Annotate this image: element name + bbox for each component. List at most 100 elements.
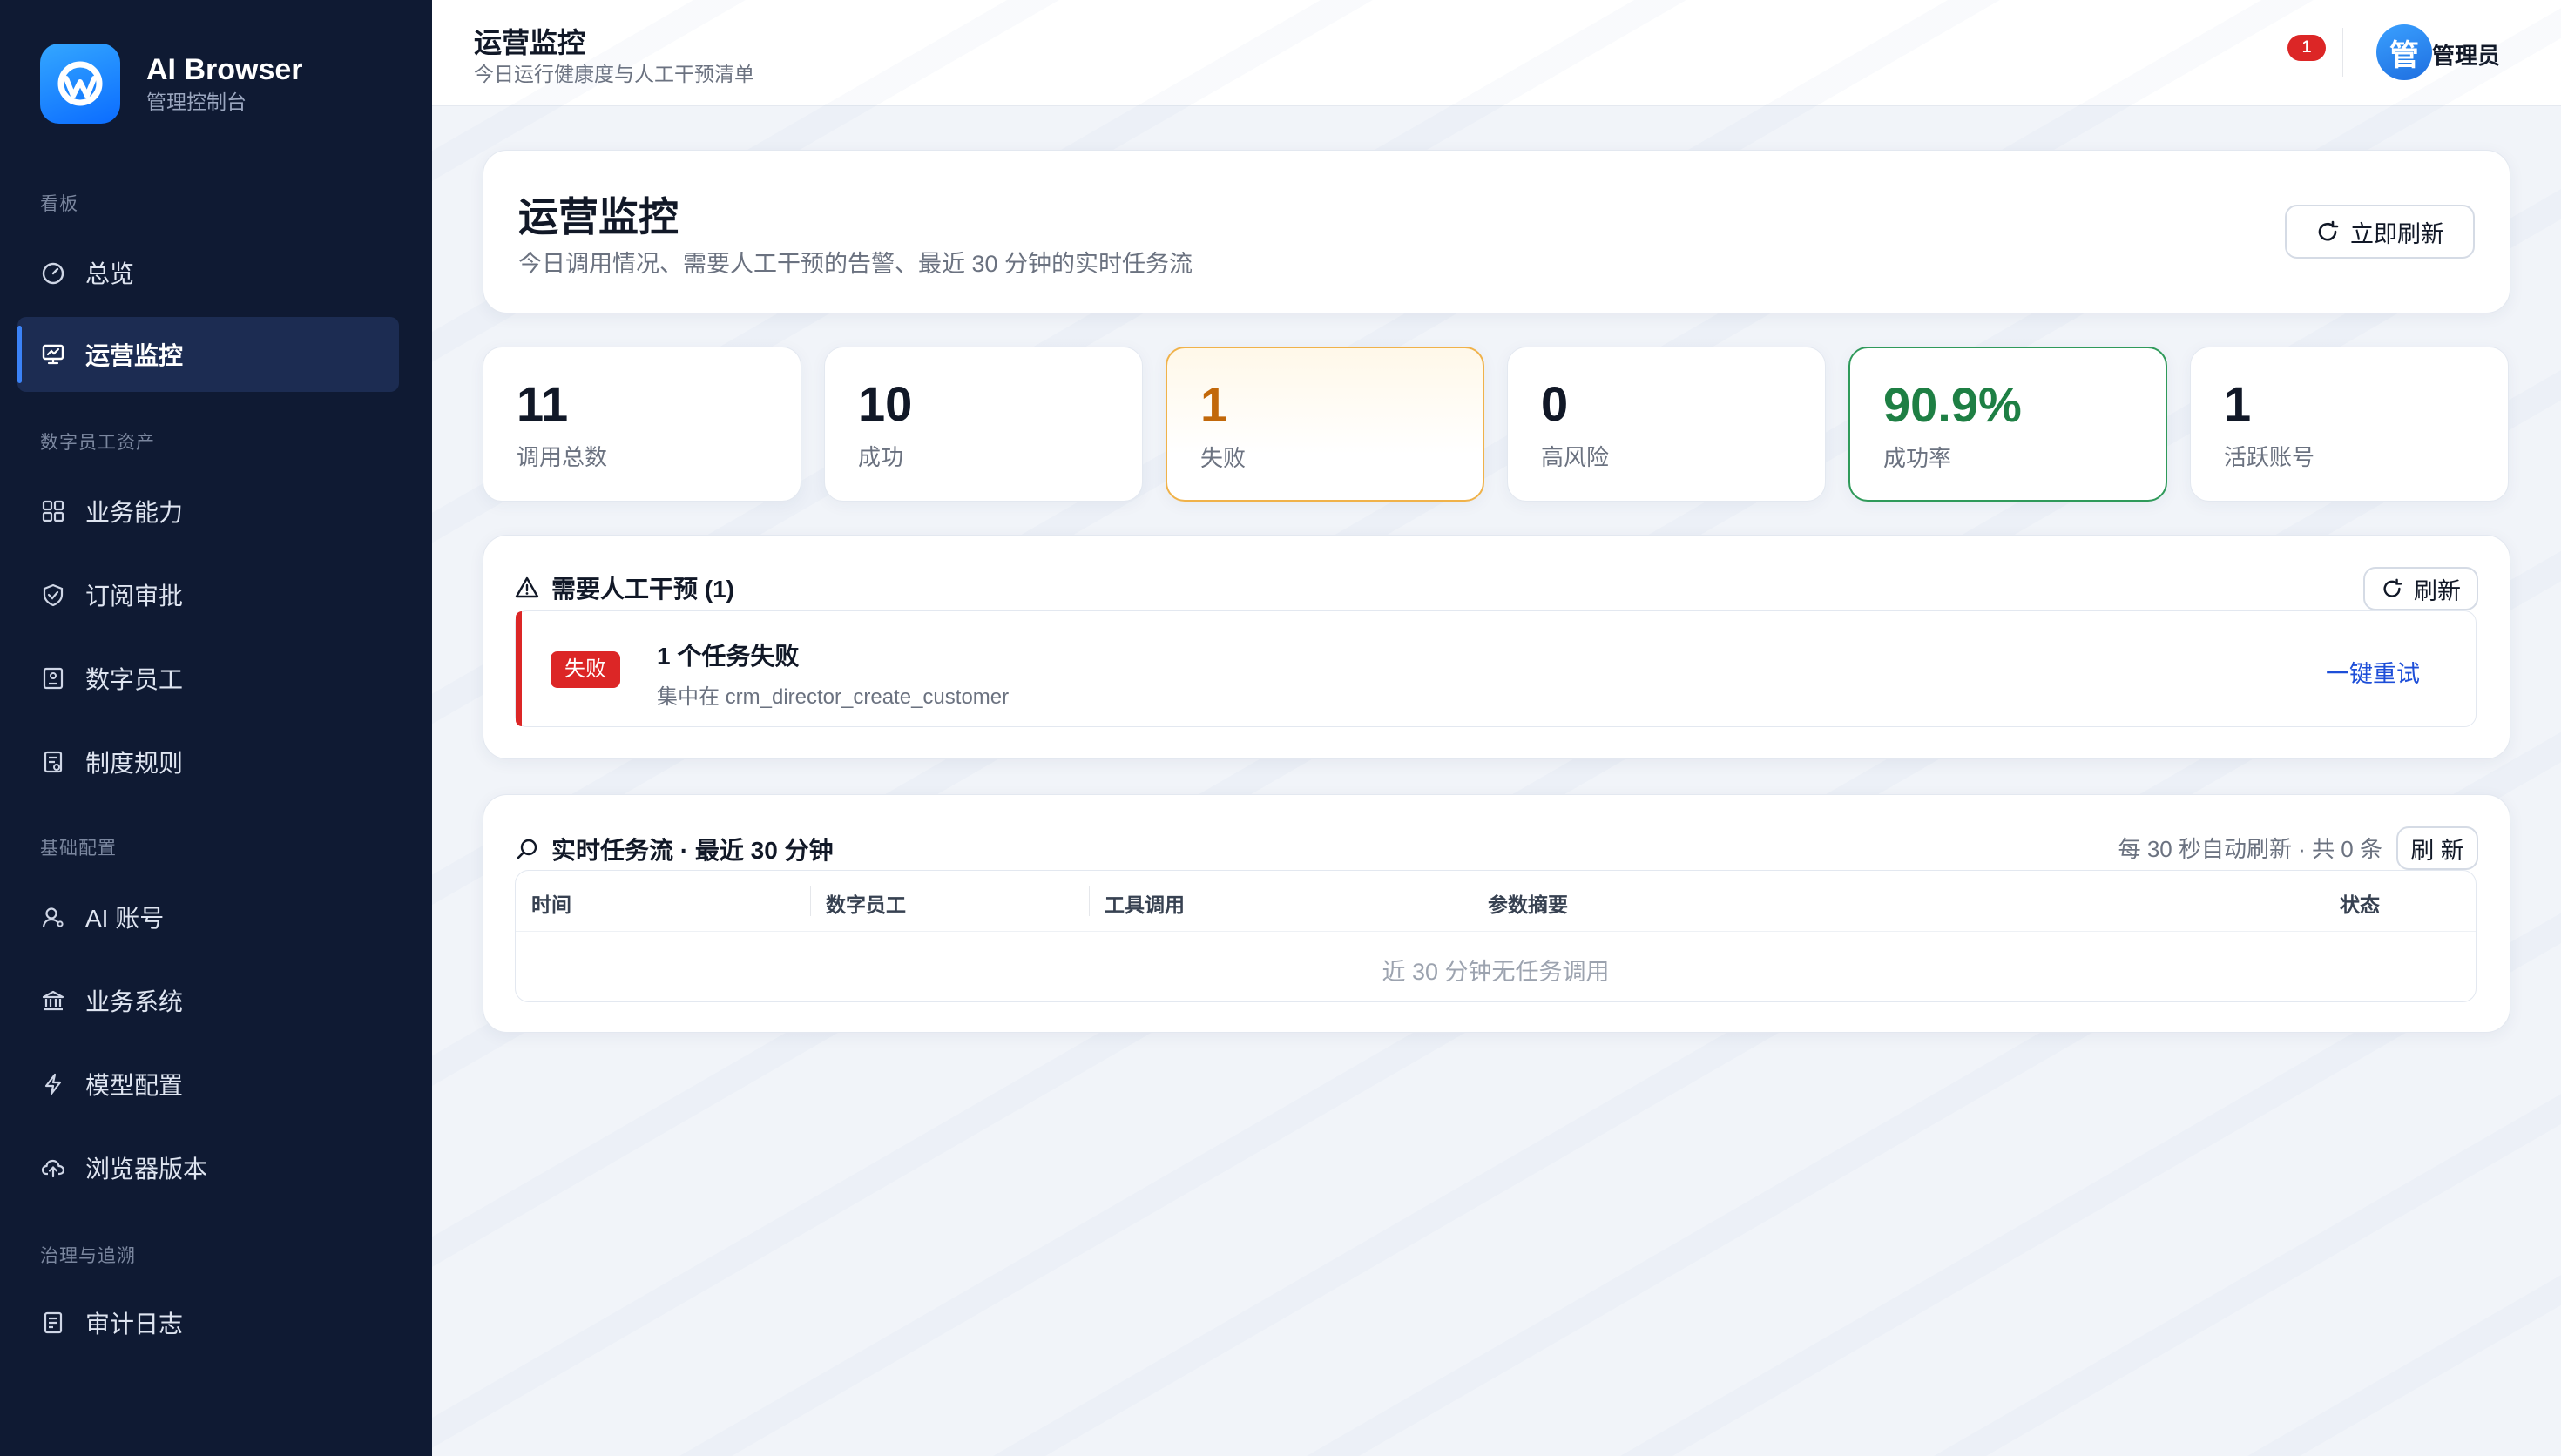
task-stream-title: 实时任务流 · 最近 30 分钟: [515, 832, 834, 866]
sidebar-item-business-systems[interactable]: 业务系统: [17, 963, 399, 1038]
stat-label: 成功: [858, 444, 904, 470]
audit-log-icon: [40, 1310, 66, 1336]
intervention-refresh-label: 刷新: [2414, 577, 2461, 604]
page-subtitle: 今日运行健康度与人工干预清单: [474, 63, 754, 85]
brand-logo-icon: [40, 44, 120, 124]
alert-detail: 集中在 crm_director_create_customer: [657, 685, 1010, 709]
stat-success-rate: 90.9% 成功率: [1848, 347, 2167, 502]
task-table: 时间 数字员工 工具调用 参数摘要 状态 近 30 分钟无任务调用: [515, 870, 2477, 1002]
column-header-params[interactable]: 参数摘要: [1488, 888, 1568, 918]
warning-icon: [515, 576, 539, 600]
sidebar-item-digital-employees[interactable]: 数字员工: [17, 641, 399, 716]
stat-value: 0: [1541, 376, 1569, 431]
stat-label: 活跃账号: [2224, 444, 2315, 470]
hero-subtitle: 今日调用情况、需要人工干预的告警、最近 30 分钟的实时任务流: [518, 251, 1193, 277]
sidebar-item-browser-versions[interactable]: 浏览器版本: [17, 1130, 399, 1205]
intervention-title: 需要人工干预 (1): [515, 570, 734, 605]
nav-group-title: 基础配置: [40, 839, 117, 859]
refresh-icon: [2315, 219, 2340, 244]
brand: AI Browser 管理控制台: [40, 44, 303, 124]
column-divider: [1089, 886, 1090, 916]
sidebar-item-audit-log[interactable]: 审计日志: [17, 1285, 399, 1360]
stat-value: 1: [1200, 377, 1228, 432]
intervention-card: 需要人工干预 (1) 刷新 失败 1 个任务失败 集中在 crm_directo…: [483, 535, 2510, 759]
stat-failed: 1 失败: [1166, 347, 1484, 502]
sidebar-item-label: 总览: [85, 260, 135, 287]
column-header-employee[interactable]: 数字员工: [826, 888, 906, 918]
sidebar-item-policy-rules[interactable]: 制度规则: [17, 725, 399, 799]
stat-total-calls: 11 调用总数: [483, 347, 801, 502]
monitor-icon: [40, 341, 66, 367]
sidebar-item-label: 订阅审批: [85, 583, 184, 610]
task-stream-card: 实时任务流 · 最近 30 分钟 每 30 秒自动刷新 · 共 0 条 刷 新 …: [483, 794, 2510, 1033]
sidebar-item-model-config[interactable]: 模型配置: [17, 1047, 399, 1122]
hero-title: 运营监控: [518, 194, 679, 239]
refresh-icon: [2381, 577, 2403, 600]
sidebar-item-label: 数字员工: [85, 666, 184, 693]
hero-card: 运营监控 今日调用情况、需要人工干预的告警、最近 30 分钟的实时任务流 立即刷…: [483, 150, 2510, 313]
sidebar-item-label: 制度规则: [85, 750, 184, 777]
bank-icon: [40, 988, 66, 1014]
nav-group-title: 数字员工资产: [40, 433, 155, 453]
sidebar: AI Browser 管理控制台 看板 总览 运营监控 数字员工资产 业务能力 …: [0, 0, 432, 1456]
search-icon: [515, 837, 539, 861]
sidebar-item-label: 业务能力: [85, 499, 184, 526]
stat-label: 失败: [1200, 445, 1247, 471]
sidebar-item-label: 浏览器版本: [85, 1156, 208, 1183]
stat-value: 10: [858, 376, 913, 431]
refresh-now-button[interactable]: 立即刷新: [2285, 205, 2475, 259]
page-title: 运营监控: [474, 27, 586, 58]
nav-group-title: 看板: [40, 194, 78, 214]
stat-label: 成功率: [1883, 445, 1952, 471]
stat-label: 高风险: [1541, 444, 1610, 470]
user-name[interactable]: 管理员: [2432, 38, 2500, 71]
refresh-now-label: 立即刷新: [2350, 220, 2444, 247]
intervention-title-text: 需要人工干预 (1): [551, 576, 735, 603]
header-divider: [2342, 28, 2343, 77]
sidebar-item-ops-monitor[interactable]: 运营监控: [17, 317, 399, 392]
sidebar-item-label: 审计日志: [85, 1311, 184, 1338]
retry-button[interactable]: 一键重试: [2326, 655, 2420, 689]
column-divider: [810, 886, 811, 916]
id-card-icon: [40, 665, 66, 691]
alert-item: 失败 1 个任务失败 集中在 crm_director_create_custo…: [515, 610, 2477, 727]
brand-subtitle: 管理控制台: [146, 91, 247, 113]
document-icon: [40, 749, 66, 775]
sidebar-item-ai-accounts[interactable]: AI 账号: [17, 880, 399, 954]
user-icon: [40, 904, 66, 930]
brand-title: AI Browser: [146, 53, 303, 86]
nav-group-title: 治理与追溯: [40, 1246, 136, 1266]
task-stream-title-text: 实时任务流 · 最近 30 分钟: [551, 837, 834, 864]
stat-value: 11: [517, 376, 569, 431]
stat-active-accounts: 1 活跃账号: [2190, 347, 2509, 502]
stat-label: 调用总数: [517, 444, 608, 470]
stat-high-risk: 0 高风险: [1507, 347, 1826, 502]
sidebar-item-overview[interactable]: 总览: [17, 235, 399, 310]
empty-state: 近 30 分钟无任务调用: [1382, 959, 1610, 985]
sidebar-item-label: 运营监控: [85, 342, 184, 369]
sidebar-item-label: 业务系统: [85, 988, 184, 1015]
stat-value: 90.9%: [1883, 377, 2022, 432]
column-header-status[interactable]: 状态: [2340, 888, 2380, 918]
table-header: 时间 数字员工 工具调用 参数摘要 状态: [516, 871, 2476, 932]
auto-refresh-note: 每 30 秒自动刷新 · 共 0 条: [2118, 836, 2382, 862]
task-stream-refresh-button[interactable]: 刷 新: [2396, 826, 2478, 870]
column-header-tool-call[interactable]: 工具调用: [1105, 888, 1185, 918]
stat-success: 10 成功: [824, 347, 1143, 502]
alert-title: 1 个任务失败: [657, 643, 800, 670]
dashboard-icon: [40, 260, 66, 286]
notification-badge: 1: [2287, 35, 2326, 61]
shield-check-icon: [40, 582, 66, 608]
cloud-upload-icon: [40, 1155, 66, 1181]
avatar[interactable]: 管: [2376, 24, 2432, 80]
intervention-refresh-button[interactable]: 刷新: [2363, 567, 2478, 610]
notification-bell-icon[interactable]: 1: [2287, 35, 2326, 63]
grid-icon: [40, 498, 66, 524]
top-header: 运营监控 今日运行健康度与人工干预清单 1 管 管理员: [432, 0, 2561, 106]
stat-value: 1: [2224, 376, 2252, 431]
status-badge: 失败: [551, 651, 620, 688]
sidebar-item-capabilities[interactable]: 业务能力: [17, 474, 399, 549]
sidebar-item-label: 模型配置: [85, 1072, 184, 1099]
column-header-time[interactable]: 时间: [531, 888, 571, 918]
sidebar-item-subscription-approval[interactable]: 订阅审批: [17, 557, 399, 632]
